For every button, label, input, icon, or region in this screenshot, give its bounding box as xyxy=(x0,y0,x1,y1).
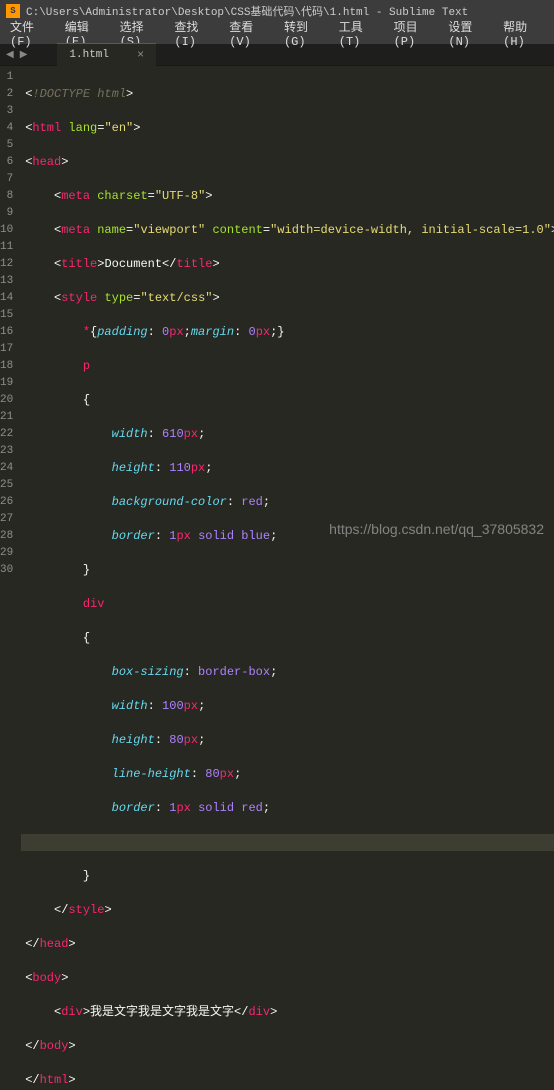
gutter: 1234567891011121314151617181920212223242… xyxy=(0,66,21,526)
nav-forward-icon[interactable]: ▶ xyxy=(20,49,28,61)
menu-help[interactable]: 帮助(H) xyxy=(497,16,550,51)
close-icon[interactable]: × xyxy=(137,48,144,62)
nav-back-icon[interactable]: ◀ xyxy=(6,49,14,61)
menu-file[interactable]: 文件(F) xyxy=(4,16,57,51)
menu-find[interactable]: 查找(I) xyxy=(168,16,221,51)
watermark: https://blog.csdn.net/qq_37805832 xyxy=(329,521,544,537)
tabbar: 1.html × xyxy=(57,43,156,66)
menubar: 文件(F) 编辑(E) 选择(S) 查找(I) 查看(V) 转到(G) 工具(T… xyxy=(0,22,554,44)
tab-file[interactable]: 1.html × xyxy=(57,43,156,66)
editor[interactable]: 1234567891011121314151617181920212223242… xyxy=(0,66,554,526)
menu-project[interactable]: 项目(P) xyxy=(388,16,441,51)
tab-label: 1.html xyxy=(69,49,109,61)
menu-tools[interactable]: 工具(T) xyxy=(333,16,386,51)
code-area[interactable]: <!DOCTYPE html> <html lang="en"> <head> … xyxy=(21,66,554,526)
menu-view[interactable]: 查看(V) xyxy=(223,16,276,51)
menu-settings[interactable]: 设置(N) xyxy=(442,16,495,51)
menu-goto[interactable]: 转到(G) xyxy=(278,16,331,51)
